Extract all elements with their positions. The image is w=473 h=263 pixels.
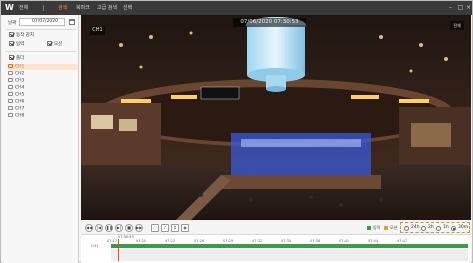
menu-item-all[interactable]: 전체: [19, 5, 28, 12]
scale-radio-1h[interactable]: [436, 226, 441, 231]
scale-label-2h: 2h: [428, 225, 434, 230]
event-filter-label: 동작 감지: [16, 33, 34, 38]
date-field[interactable]: 07/07/2020: [19, 18, 65, 26]
fullscreen-button[interactable]: 전체: [450, 21, 464, 30]
timeline-track: [111, 249, 468, 261]
timeline-row-label: CH1: [91, 244, 99, 248]
camera-icon: [8, 64, 13, 68]
motion-label: 모션: [54, 42, 63, 47]
channel-label: CH4: [15, 85, 25, 91]
step-back-icon[interactable]: |◀: [95, 224, 103, 232]
channel-label: CH7: [15, 106, 25, 112]
channel-label: CH1: [15, 64, 25, 70]
menu-item-select[interactable]: 선택: [123, 5, 132, 12]
minimize-icon[interactable]: –: [447, 4, 454, 11]
playback-controls: ◀◀ |◀ ❚❚ ▶| ■ ▶▶ ⛶ ♪ ⌗ ◉ 동작 모션 24h 2h 1h…: [81, 221, 471, 235]
camera-frame: [81, 15, 471, 220]
channel-item-ch8[interactable]: CH8: [8, 113, 78, 119]
app-logo: W: [5, 3, 14, 12]
channel-item-ch4[interactable]: CH4: [8, 85, 78, 91]
group-checkbox[interactable]: [9, 55, 14, 60]
date-value: 07/07/2020: [32, 19, 58, 24]
channel-label: CH6: [15, 99, 25, 105]
divider: [6, 29, 76, 30]
channel-item-ch5[interactable]: CH5: [8, 92, 78, 98]
scale-label-30m: 30m: [458, 225, 469, 230]
scale-label-1h: 1h: [443, 225, 449, 230]
close-icon[interactable]: ×: [465, 4, 472, 11]
timeline-current-time: 07:30:53: [118, 235, 134, 239]
camera-icon: [8, 99, 13, 103]
timeline-tick: 07:23: [165, 239, 176, 243]
playhead[interactable]: [118, 239, 119, 261]
fast-forward-icon[interactable]: ▶▶: [135, 224, 143, 232]
camera-icon: [8, 78, 13, 82]
channel-item-ch3[interactable]: CH3: [8, 78, 78, 84]
camera-icon: [8, 85, 13, 89]
legend-label-motion: 모션: [390, 225, 398, 230]
menu-item-advanced-search[interactable]: 고급 검색: [97, 5, 117, 12]
timeline-tick: 07:20: [136, 239, 147, 243]
crop-icon[interactable]: ⌗: [171, 224, 179, 232]
channel-badge: CH1: [90, 26, 105, 35]
camera-icon: [8, 71, 13, 75]
channel-label: CH8: [15, 113, 25, 119]
legend-swatch-recording: [367, 226, 371, 230]
channel-label: CH3: [15, 78, 25, 84]
step-forward-icon[interactable]: ▶|: [115, 224, 123, 232]
timeline-scale-selector: 24h 2h 1h 30m: [400, 222, 470, 233]
input-checkbox[interactable]: [9, 41, 14, 46]
menu-bar: W 전체 검색 북마크 고급 검색 선택 – □ ×: [1, 1, 472, 15]
channel-item-ch7[interactable]: CH7: [8, 106, 78, 112]
scale-radio-24h[interactable]: [404, 226, 409, 231]
event-filter-checkbox[interactable]: [9, 32, 14, 37]
date-label: 날짜: [8, 21, 17, 26]
menu-item-bookmark[interactable]: 북마크: [76, 5, 90, 12]
legend-label-recording: 동작: [373, 225, 381, 230]
divider: [6, 51, 76, 52]
timeline-tick: 07:32: [252, 239, 263, 243]
rewind-icon[interactable]: ◀◀: [85, 224, 93, 232]
channel-item-ch6[interactable]: CH6: [8, 99, 78, 105]
stop-icon[interactable]: ■: [125, 224, 133, 232]
group-label: 폴더: [16, 56, 25, 61]
camera-icon: [8, 92, 13, 96]
timeline-tick: 07:35: [281, 239, 292, 243]
timeline-tick: 07:47: [397, 239, 408, 243]
scale-radio-2h[interactable]: [421, 226, 426, 231]
timeline-tick: 07:26: [194, 239, 205, 243]
timeline-tick: 07:38: [310, 239, 321, 243]
timestamp-overlay: 07/06/2020 07:30:53: [233, 18, 306, 27]
scale-radio-30m[interactable]: [451, 226, 456, 231]
maximize-icon[interactable]: □: [457, 4, 464, 11]
channel-item-ch2[interactable]: CH2: [8, 71, 78, 77]
timeline[interactable]: 07:30:53 07:17 07:20 07:23 07:26 07:29 0…: [81, 235, 471, 263]
motion-checkbox[interactable]: [47, 41, 52, 46]
timeline-tick: 07:44: [368, 239, 379, 243]
channel-item-ch1[interactable]: CH1: [8, 64, 78, 70]
legend-swatch-motion: [384, 226, 388, 230]
menu-item-search[interactable]: 검색: [58, 5, 67, 12]
timeline-tick: 07:29: [223, 239, 234, 243]
timeline-tick: 07:41: [339, 239, 350, 243]
camera-icon: [8, 113, 13, 117]
search-sidebar: 날짜 07/07/2020 동작 감지 입력 모션 폴더 CH1 CH2 CH3…: [2, 15, 79, 263]
input-label: 입력: [16, 42, 25, 47]
menu-divider: [43, 5, 44, 11]
zoom-icon[interactable]: ⛶: [151, 224, 159, 232]
pause-icon[interactable]: ❚❚: [105, 224, 113, 232]
scale-label-24h: 24h: [411, 225, 420, 230]
calendar-icon[interactable]: [69, 19, 75, 25]
timeline-tick: 07:17: [107, 239, 118, 243]
channel-label: CH5: [15, 92, 25, 98]
audio-icon[interactable]: ♪: [161, 224, 169, 232]
channel-label: CH2: [15, 71, 25, 77]
snapshot-icon[interactable]: ◉: [181, 224, 189, 232]
camera-icon: [8, 106, 13, 110]
video-view[interactable]: CH1 07/06/2020 07:30:53 전체: [81, 15, 471, 220]
recording-bar[interactable]: [111, 244, 468, 248]
app-window: W 전체 검색 북마크 고급 검색 선택 – □ × 날짜 07/07/2020…: [0, 0, 473, 263]
